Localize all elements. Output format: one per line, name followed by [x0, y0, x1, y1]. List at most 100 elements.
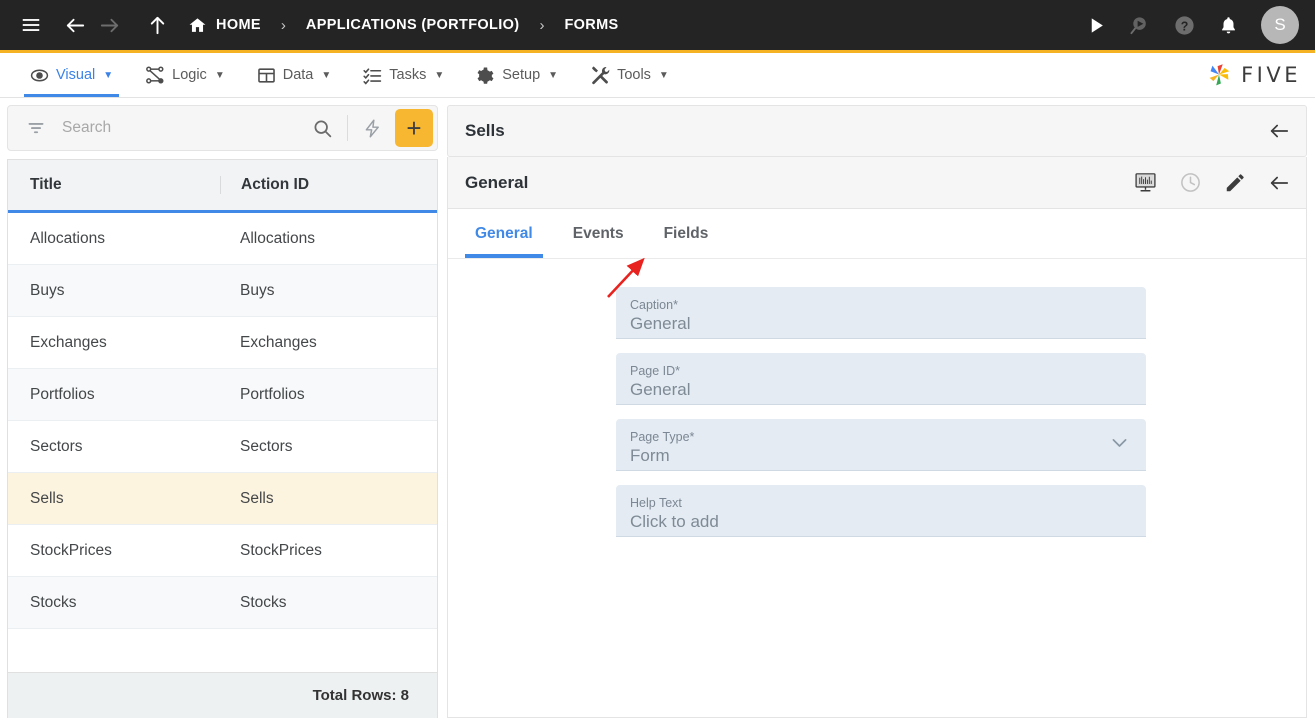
cell-title: Portfolios	[30, 385, 95, 403]
breadcrumb-label-forms: FORMS	[564, 17, 619, 33]
field-label-page-type: Page Type*	[630, 430, 695, 444]
logic-nodes-icon	[145, 65, 165, 85]
search-icon[interactable]	[304, 118, 341, 139]
tools-icon	[590, 65, 610, 85]
table-row[interactable]: Sectors Sectors	[8, 421, 437, 473]
forms-list-panel: + Title Action ID Allocations Allocation…	[0, 98, 438, 718]
cell-action-id: Allocations	[240, 229, 315, 247]
menu-item-data[interactable]: Data ▼	[241, 53, 348, 97]
field-label-page-id: Page ID*	[630, 364, 681, 378]
add-form-button[interactable]: +	[395, 109, 433, 147]
page-header: General	[447, 157, 1307, 209]
breadcrumb-separator: ›	[280, 16, 286, 34]
table-row[interactable]: Stocks Stocks	[8, 577, 437, 629]
field-label-caption: Caption*	[630, 298, 678, 312]
field-caption[interactable]: Caption* General	[616, 287, 1146, 339]
brand-text: FIVE	[1241, 63, 1301, 87]
chevron-down-icon: ▼	[548, 69, 559, 81]
column-header-action-id[interactable]: Action ID	[220, 176, 437, 194]
menu-item-setup[interactable]: Setup ▼	[460, 53, 574, 97]
grid-body: Allocations Allocations Buys Buys Exchan…	[8, 213, 437, 672]
menu-item-tasks[interactable]: Tasks ▼	[347, 53, 460, 97]
nav-up-icon[interactable]	[140, 8, 174, 42]
table-row[interactable]: Buys Buys	[8, 265, 437, 317]
page-content-card: General Events Fields Caption* General P…	[447, 209, 1307, 718]
column-header-title[interactable]: Title	[8, 176, 220, 194]
menu-label-setup: Setup	[502, 67, 541, 83]
nav-forward-icon[interactable]	[92, 8, 126, 42]
application-menu-bar: Visual ▼ Logic ▼ Data ▼ Tasks ▼ Setup ▼	[0, 53, 1315, 98]
user-avatar[interactable]: S	[1261, 6, 1299, 44]
tab-label-events: Events	[572, 224, 624, 242]
menu-item-visual[interactable]: Visual ▼	[14, 53, 129, 97]
search-debug-icon[interactable]	[1123, 8, 1157, 42]
menu-label-data: Data	[282, 67, 314, 83]
field-page-type[interactable]: Page Type* Form	[616, 419, 1146, 471]
breadcrumb-item-applications[interactable]: APPLICATIONS (PORTFOLIO)	[306, 17, 520, 33]
cell-action-id: Sells	[240, 489, 274, 507]
hamburger-menu-icon[interactable]	[14, 8, 48, 42]
page-back-arrow-icon[interactable]	[1268, 172, 1290, 194]
record-close-arrow-icon[interactable]	[1268, 120, 1290, 142]
field-value-page-id[interactable]: General	[630, 379, 1130, 400]
field-value-page-type[interactable]: Form	[630, 445, 1130, 466]
table-row[interactable]: Exchanges Exchanges	[8, 317, 437, 369]
tab-bar: General Events Fields	[448, 209, 1306, 259]
chevron-down-icon[interactable]	[1109, 432, 1130, 458]
cell-title: Sectors	[30, 437, 83, 455]
breadcrumb-label-applications: APPLICATIONS (PORTFOLIO)	[305, 17, 520, 33]
checklist-icon	[363, 66, 382, 85]
page-title: General	[465, 172, 529, 192]
total-rows-label: Total Rows: 8	[312, 687, 409, 704]
table-row[interactable]: Allocations Allocations	[8, 213, 437, 265]
five-brand-logo: FIVE	[1204, 53, 1315, 97]
cell-action-id: Buys	[240, 281, 275, 299]
field-page-id[interactable]: Page ID* General	[616, 353, 1146, 405]
tab-fields[interactable]: Fields	[654, 209, 719, 258]
cell-action-id: Portfolios	[240, 385, 305, 403]
cell-title: Sells	[30, 489, 64, 507]
grid-footer: Total Rows: 8	[8, 672, 437, 718]
table-row-empty	[8, 629, 437, 672]
edit-pencil-icon[interactable]	[1224, 172, 1246, 194]
field-help-text[interactable]: Help Text Click to add	[616, 485, 1146, 537]
table-row[interactable]: Portfolios Portfolios	[8, 369, 437, 421]
display-preview-icon[interactable]	[1134, 171, 1157, 194]
filter-icon[interactable]	[20, 118, 52, 138]
table-row[interactable]: StockPrices StockPrices	[8, 525, 437, 577]
lightning-bolt-icon[interactable]	[354, 118, 391, 139]
table-row-selected[interactable]: Sells Sells	[8, 473, 437, 525]
field-value-help-text[interactable]: Click to add	[630, 511, 1130, 532]
menu-item-tools[interactable]: Tools ▼	[574, 53, 685, 97]
table-icon	[257, 66, 276, 85]
breadcrumb: HOME › APPLICATIONS (PORTFOLIO) › FORMS	[188, 16, 619, 35]
cell-title: Stocks	[30, 593, 77, 611]
help-icon[interactable]: ?	[1167, 8, 1201, 42]
breadcrumb-label-home: HOME	[216, 17, 261, 33]
tab-general[interactable]: General	[465, 209, 543, 258]
eye-icon	[30, 66, 49, 85]
nav-back-icon[interactable]	[58, 8, 92, 42]
cell-title: Buys	[30, 281, 65, 299]
form-area: Caption* General Page ID* General Page T…	[448, 257, 1306, 717]
menu-item-logic[interactable]: Logic ▼	[129, 53, 241, 97]
menu-label-logic: Logic	[172, 67, 207, 83]
search-input[interactable]	[52, 119, 304, 137]
page-header-actions	[1134, 171, 1290, 194]
field-label-help-text: Help Text	[630, 496, 682, 510]
tab-label-general: General	[475, 224, 533, 242]
cell-title: StockPrices	[30, 541, 112, 559]
cell-action-id: Stocks	[240, 593, 287, 611]
detail-panel: Sells General General Events Fields Capt…	[438, 98, 1315, 718]
chevron-down-icon: ▼	[434, 69, 445, 81]
tab-events[interactable]: Events	[563, 209, 634, 258]
topbar-actions: ? S	[1079, 6, 1299, 44]
breadcrumb-item-home[interactable]: HOME	[188, 16, 261, 35]
history-clock-icon[interactable]	[1179, 171, 1202, 194]
notifications-bell-icon[interactable]	[1211, 8, 1245, 42]
breadcrumb-item-forms[interactable]: FORMS	[564, 17, 618, 33]
main-content-area: + Title Action ID Allocations Allocation…	[0, 98, 1315, 718]
run-icon[interactable]	[1079, 8, 1113, 42]
five-pinwheel-icon	[1204, 60, 1234, 90]
field-value-caption[interactable]: General	[630, 313, 1130, 334]
